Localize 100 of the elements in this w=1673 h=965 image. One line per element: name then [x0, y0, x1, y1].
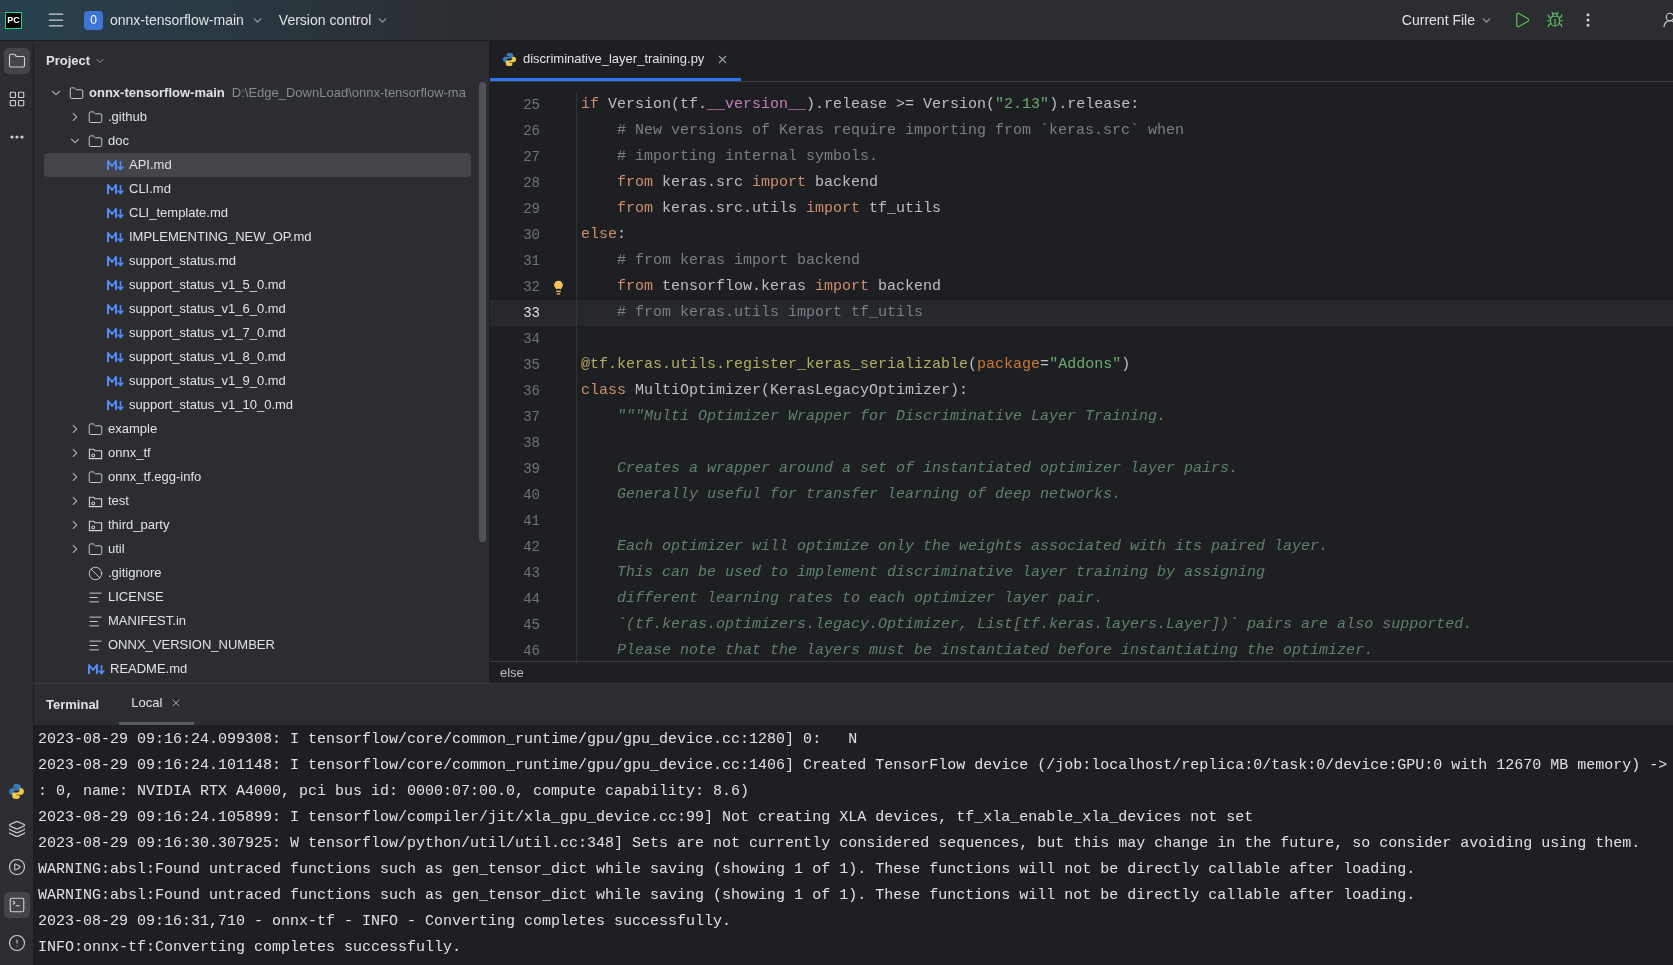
- text-file-icon: [88, 637, 103, 653]
- markdown-icon: [107, 183, 124, 195]
- line-number: 32: [522, 277, 540, 297]
- line-number: 31: [522, 251, 540, 271]
- tree-item[interactable]: ONNX_VERSION_NUMBER: [44, 633, 471, 657]
- tree-item[interactable]: onnx-tensorflow-main D:\Edge_DownLoad\onnx-tensorflow-ma: [44, 81, 471, 105]
- folder-icon: [88, 109, 103, 125]
- line-number: 38: [522, 433, 540, 453]
- code-line: Generally useful for transfer learning of deep networks.: [616, 484, 1122, 505]
- tree-item[interactable]: support_status_v1_10_0.md: [44, 393, 471, 417]
- tree-item[interactable]: MANIFEST.in: [44, 609, 471, 633]
- folder-icon: [88, 541, 103, 557]
- tree-item[interactable]: API.md: [44, 153, 471, 177]
- structure-icon: [7, 90, 26, 108]
- terminal-line: 2023-08-29 09:16:31,710 - onnx-tf - INFO - Converting completes successfully.: [38, 912, 733, 932]
- text-file-icon: [88, 589, 103, 605]
- markdown-icon: [107, 231, 124, 243]
- more-icon: [9, 135, 24, 139]
- code-line: else:: [581, 224, 627, 245]
- markdown-icon: [107, 351, 124, 363]
- tree-item[interactable]: support_status_v1_8_0.md: [44, 345, 471, 369]
- tree-item[interactable]: README.md: [44, 657, 471, 681]
- code-line: `(tf.keras.optimizers.legacy.Optimizer, List[tf.keras.layers.Layer])` pairs are also supported.: [616, 614, 1473, 635]
- version-control-menu[interactable]: Version control: [278, 9, 390, 31]
- run-icon[interactable]: [1513, 11, 1531, 29]
- ignore-file-icon: [88, 565, 103, 581]
- markdown-icon: [107, 399, 124, 411]
- line-number: 42: [522, 537, 540, 557]
- terminal-line: WARNING:absl:Found untraced functions such as gen_tensor_dict while saving (showing 1 of 1). These functions will not be directly callable after loading.: [38, 886, 1417, 906]
- tree-item[interactable]: .gitignore: [44, 561, 471, 585]
- terminal-line: : 0, name: NVIDIA RTX A4000, pci bus id: 0000:07:00.0, compute capability: 8.6): [38, 782, 751, 802]
- tree-item[interactable]: example: [44, 417, 471, 441]
- scrollbar-thumb[interactable]: [479, 82, 486, 542]
- folder-path: D:\Edge_DownLoad\onnx-tensorflow-ma: [231, 84, 466, 103]
- line-number: 43: [522, 563, 540, 583]
- tree-item[interactable]: support_status_v1_9_0.md: [44, 369, 471, 393]
- editor-tab[interactable]: discriminative_layer_training.py: [490, 40, 742, 81]
- code-line: This can be used to implement discriminative layer training by assigning: [616, 562, 1266, 583]
- breadcrumb[interactable]: else: [500, 662, 524, 683]
- project-badge: 0: [84, 10, 103, 30]
- markdown-icon: [107, 255, 124, 267]
- code-line: if Version(tf.__version__).release >= Version("2.13").release:: [581, 94, 1140, 115]
- tool-window-button[interactable]: [3, 48, 30, 74]
- code-line: class MultiOptimizer(KerasLegacyOptimizer):: [581, 380, 969, 401]
- tree-item[interactable]: onnx_tf.egg-info: [44, 465, 471, 489]
- line-number: 45: [522, 615, 540, 635]
- run-configuration-menu[interactable]: Current File: [1401, 9, 1493, 31]
- code-line: from tensorflow.keras import backend: [616, 276, 942, 297]
- project-view-menu[interactable]: Project: [46, 51, 107, 71]
- layers-icon: [7, 820, 26, 838]
- tree-item[interactable]: third_party: [44, 513, 471, 537]
- line-number: 46: [522, 641, 540, 661]
- tree-item[interactable]: LICENSE: [44, 585, 471, 609]
- terminal-icon: [7, 896, 26, 914]
- python-icon: [502, 51, 517, 67]
- code-line: from keras.src import backend: [616, 172, 879, 193]
- code-line: # from keras import backend: [616, 250, 861, 271]
- tree-item[interactable]: support_status_v1_5_0.md: [44, 273, 471, 297]
- terminal-tab[interactable]: Local: [119, 684, 195, 725]
- tree-item[interactable]: support_status_v1_7_0.md: [44, 321, 471, 345]
- folder-icon: [88, 133, 103, 149]
- code-line: Creates a wrapper around a set of instantiated optimizer layer pairs.: [616, 458, 1239, 479]
- alert-icon: [7, 934, 26, 952]
- app-logo: PC: [5, 11, 22, 29]
- terminal-line: 2023-08-29 09:16:30.307925: W tensorflow/python/util/util.cc:348] Sets are not currently considered sequences, but this may change in the future, so consider avoiding using them.: [38, 834, 1642, 854]
- tree-item[interactable]: CLI.md: [44, 177, 471, 201]
- project-selector[interactable]: 0 onnx-tensorflow-main: [84, 9, 264, 31]
- line-number: 36: [522, 381, 540, 401]
- tree-item[interactable]: onnx_tf: [44, 441, 471, 465]
- tree-item[interactable]: CLI_template.md: [44, 201, 471, 225]
- play-circle-icon: [7, 858, 26, 876]
- tree-item[interactable]: util: [44, 537, 471, 561]
- markdown-icon: [107, 207, 124, 219]
- terminal-line: INFO:onnx-tf:Converting completes successfully.: [38, 938, 463, 958]
- line-number: 40: [522, 485, 540, 505]
- line-number: 30: [522, 225, 540, 245]
- line-number: 44: [522, 589, 540, 609]
- code-line: different learning rates to each optimizer layer pair.: [616, 588, 1104, 609]
- debug-icon[interactable]: [1546, 11, 1564, 29]
- tree-item[interactable]: .github: [44, 105, 471, 129]
- tree-item[interactable]: IMPLEMENTING_NEW_OP.md: [44, 225, 471, 249]
- line-number: 26: [522, 121, 540, 141]
- tree-item[interactable]: support_status.md: [44, 249, 471, 273]
- line-number: 39: [522, 459, 540, 479]
- folder-icon: [88, 469, 103, 485]
- tree-item[interactable]: support_status_v1_6_0.md: [44, 297, 471, 321]
- line-number: 33: [522, 303, 540, 323]
- tree-item[interactable]: test: [44, 489, 471, 513]
- line-number: 41: [522, 511, 540, 531]
- code-line: # importing internal symbols.: [616, 146, 879, 167]
- folder-icon: [7, 52, 26, 70]
- folder-icon: [88, 421, 103, 437]
- code-line: # from keras.utils import tf_utils: [616, 302, 924, 323]
- markdown-icon: [107, 375, 124, 387]
- markdown-icon: [107, 303, 124, 315]
- code-line: """Multi Optimizer Wrapper for Discriminative Layer Training.: [616, 406, 1167, 427]
- tree-item[interactable]: doc: [44, 129, 471, 153]
- code-line: Each optimizer will optimize only the weights associated with its paired layer.: [616, 536, 1329, 557]
- code-line: Please note that the layers must be instantiated before instantiating the optimizer.: [616, 640, 1374, 661]
- tool-window-button[interactable]: [3, 892, 30, 918]
